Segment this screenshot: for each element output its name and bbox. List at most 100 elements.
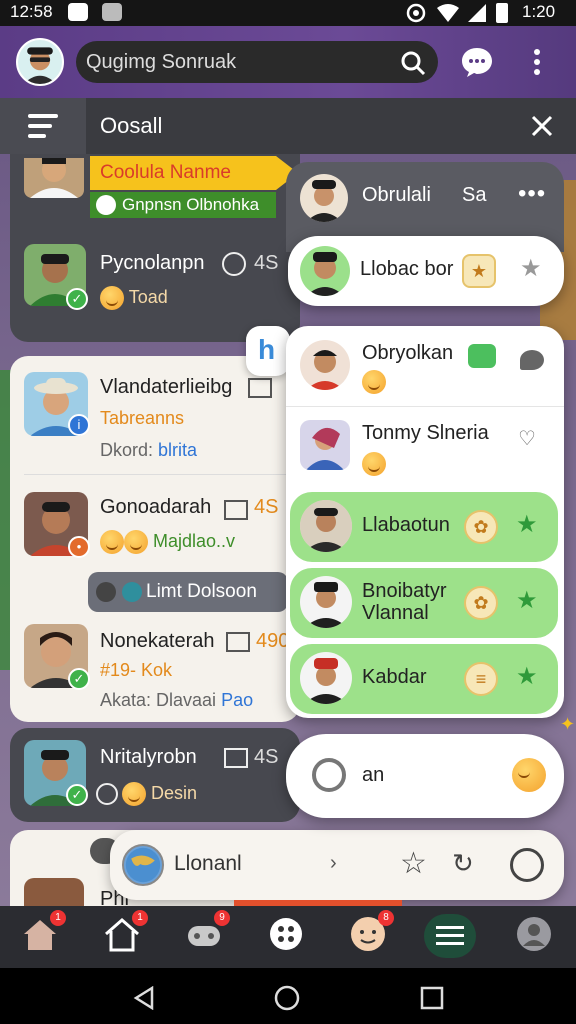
sticker-icon[interactable]: ✿ xyxy=(464,510,498,544)
sticker-icon[interactable]: ★ xyxy=(462,254,496,288)
contact-avatar[interactable] xyxy=(300,500,352,552)
nav-menu[interactable] xyxy=(424,914,476,958)
panel-bottom-item[interactable]: an xyxy=(286,734,564,818)
contact-avatar[interactable] xyxy=(300,652,352,704)
link-chip[interactable]: Limt Dolsoon xyxy=(88,572,288,612)
nav-account[interactable] xyxy=(514,914,558,958)
contact-name: Obryolkan xyxy=(362,342,454,364)
emoji-icon xyxy=(362,452,386,476)
contact-sub-text: Desin xyxy=(151,782,198,803)
contact-sub-text: Toad xyxy=(128,286,168,307)
search-bar[interactable]: Qugimg Sonruak xyxy=(76,41,438,83)
back-icon[interactable] xyxy=(132,986,156,1010)
contact-card-top[interactable]: Llobac bor ★ ★ xyxy=(288,236,564,306)
location-icon xyxy=(406,3,426,23)
nav-house[interactable]: 1 xyxy=(102,910,148,958)
search-icon[interactable] xyxy=(400,50,426,76)
refresh-icon[interactable]: ↻ xyxy=(452,848,474,879)
menu-lines-icon xyxy=(436,926,464,945)
contact-sub: #19- Kok xyxy=(100,660,173,680)
contact-row[interactable]: Kabdar ≡ ★ xyxy=(290,644,558,714)
nav-home[interactable]: 1 xyxy=(20,910,66,958)
settings-icon[interactable] xyxy=(312,758,346,792)
contact-row[interactable]: Tonmy Slneria ♡ xyxy=(286,410,564,492)
close-icon[interactable] xyxy=(530,114,554,138)
contact-tag: 4S xyxy=(254,496,279,518)
contact-sub: Toad xyxy=(100,286,168,310)
contact-name: Pycnolanpn xyxy=(100,252,205,274)
chat-bubble-icon[interactable] xyxy=(460,46,494,78)
status-time-left: 12:58 xyxy=(10,2,53,21)
panel-header-name: Obrulali xyxy=(362,184,431,206)
emoji-icon[interactable] xyxy=(512,758,546,792)
star-icon[interactable]: ★ xyxy=(516,510,538,539)
contact-name: Gonoadarah xyxy=(100,496,212,518)
chevron-right-icon[interactable]: › xyxy=(330,852,337,875)
nav-badge: 9 xyxy=(214,910,230,926)
sticker-icon[interactable]: ≡ xyxy=(464,662,498,696)
verified-badge: ✓ xyxy=(68,668,90,690)
image-icon xyxy=(226,632,250,652)
contact-avatar[interactable] xyxy=(300,340,350,390)
contact-avatar[interactable] xyxy=(300,420,350,470)
highlight-title[interactable]: Coolula Nanme xyxy=(90,156,276,190)
nav-badge: 1 xyxy=(50,910,66,926)
status-bar: 12:58 1:20 xyxy=(0,0,576,26)
highlight-subtitle: Gnpnsn Olbnohka xyxy=(90,192,276,218)
divider xyxy=(286,406,564,407)
contact-name: Nonekaterah xyxy=(100,630,215,652)
star-outline-icon[interactable]: ☆ xyxy=(400,846,427,881)
drawer-title: Oosall xyxy=(100,113,163,138)
star-icon[interactable]: ★ xyxy=(520,254,542,283)
info-icon xyxy=(122,582,142,602)
contact-tag: 4S xyxy=(254,746,279,768)
nav-apps[interactable] xyxy=(266,914,310,958)
star-icon[interactable]: ★ xyxy=(516,662,538,691)
contact-sub-text: Majdlao..v xyxy=(153,530,236,551)
settings-icon[interactable] xyxy=(222,252,246,276)
highlight-title-text: Coolula Nanme xyxy=(100,162,231,183)
contact-extra-label: Dkord: xyxy=(100,440,154,460)
nav-badge: 8 xyxy=(378,910,394,926)
bottom-bar-label: Llonanl xyxy=(174,852,242,875)
contact-tag: 4S xyxy=(254,252,279,274)
star-icon[interactable]: ★ xyxy=(516,586,538,615)
contact-avatar[interactable] xyxy=(300,246,350,296)
emoji-icon xyxy=(100,530,124,554)
nav-games[interactable]: 9 xyxy=(184,910,230,958)
contact-row[interactable]: Obryolkan xyxy=(286,326,564,408)
panel-header-avatar[interactable] xyxy=(300,174,348,222)
signal-icon xyxy=(468,4,486,22)
contact-extra-value[interactable]: Pao xyxy=(221,690,253,710)
link-chip-label: Limt Dolsoon xyxy=(146,581,257,602)
nav-badge: 1 xyxy=(132,910,148,926)
emoji-icon xyxy=(100,286,124,310)
menu-button[interactable] xyxy=(0,98,86,154)
contact-name: Kabdar xyxy=(362,666,427,688)
bottom-floating-bar[interactable]: Llonanl › ☆ ↻ xyxy=(110,830,564,900)
small-chip[interactable]: h xyxy=(246,326,290,376)
sticker-icon[interactable]: ✿ xyxy=(464,586,498,620)
contact-sub: Desin xyxy=(96,782,198,806)
profile-avatar[interactable] xyxy=(16,38,64,86)
recents-icon[interactable] xyxy=(420,986,444,1010)
contact-avatar[interactable] xyxy=(300,576,352,628)
more-vert-icon[interactable] xyxy=(530,48,544,76)
nav-profile[interactable]: 8 xyxy=(348,910,394,958)
contact-extra-value[interactable]: blrita xyxy=(158,440,197,460)
contact-row[interactable]: Llabaotun ✿ ★ xyxy=(290,492,558,562)
contact-row[interactable]: Bnoibatyr Vlannal ✿ ★ xyxy=(290,568,558,638)
status-badge: • xyxy=(68,536,90,558)
chat-icon[interactable] xyxy=(520,350,544,370)
search-input[interactable]: Qugimg Sonruak xyxy=(86,51,236,74)
status-time-right: 1:20 xyxy=(522,2,556,21)
heart-icon[interactable]: ♡ xyxy=(518,426,536,451)
home-button-icon[interactable] xyxy=(274,985,300,1011)
more-horiz-icon[interactable]: ••• xyxy=(518,180,546,208)
contact-avatar[interactable] xyxy=(24,158,84,198)
sparkle-icon: ✦ xyxy=(560,714,576,734)
emoji-picker-icon[interactable] xyxy=(510,848,544,882)
contact-avatar[interactable] xyxy=(24,878,84,906)
update-icon xyxy=(96,783,118,805)
contact-name: Bnoibatyr Vlannal xyxy=(362,580,447,624)
